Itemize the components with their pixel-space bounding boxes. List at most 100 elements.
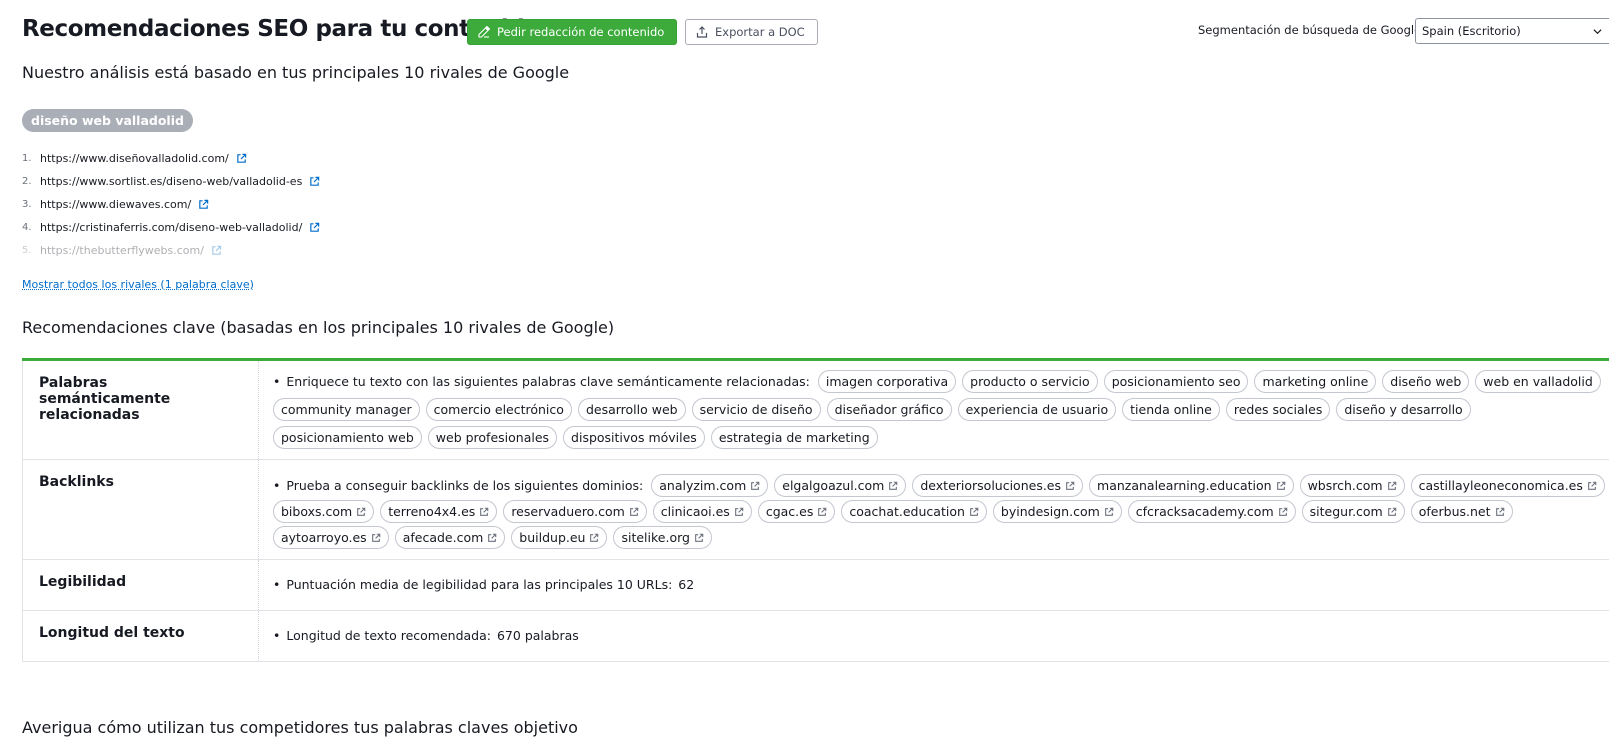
export-doc-button[interactable]: Exportar a DOC xyxy=(685,19,818,45)
semantic-keyword-chip: web profesionales xyxy=(428,426,557,449)
backlink-domain: sitegur.com xyxy=(1310,501,1383,523)
backlink-domain-chip[interactable]: terreno4x4.es xyxy=(380,500,497,523)
external-link-icon[interactable] xyxy=(309,222,320,233)
segmentation-select[interactable]: Spain (Escritorio) xyxy=(1415,18,1609,44)
rival-url[interactable]: https://www.diseñovalladolid.com/ xyxy=(40,152,229,165)
backlink-domain-chip[interactable]: oferbus.net xyxy=(1411,500,1513,523)
external-link-icon[interactable] xyxy=(1065,481,1075,491)
external-link-icon[interactable] xyxy=(236,153,247,164)
external-link-icon[interactable] xyxy=(629,507,639,517)
backlink-domain: clinicaoi.es xyxy=(661,501,730,523)
external-link-icon[interactable] xyxy=(211,245,222,256)
rival-item: 4. https://cristinaferris.com/diseno-web-… xyxy=(22,216,320,239)
semantic-lead: Enriquece tu texto con las siguientes pa… xyxy=(286,371,809,393)
external-link-icon[interactable] xyxy=(589,533,599,543)
recommendations-title: Recomendaciones clave (basadas en los pr… xyxy=(22,318,614,337)
rival-number: 3. xyxy=(22,199,40,210)
backlink-domain-chip[interactable]: aytoarroyo.es xyxy=(273,526,389,549)
external-link-icon[interactable] xyxy=(356,507,366,517)
semantic-keyword-chip: diseño y desarrollo xyxy=(1336,398,1470,421)
external-link-icon[interactable] xyxy=(888,481,898,491)
semantic-keyword-chip: desarrollo web xyxy=(578,398,686,421)
backlink-domain: wbsrch.com xyxy=(1308,475,1383,497)
external-link-icon[interactable] xyxy=(1495,507,1505,517)
show-all-rivals-link[interactable]: Mostrar todos los rivales (1 palabra cla… xyxy=(22,278,254,291)
semantic-keyword-chip: experiencia de usuario xyxy=(958,398,1117,421)
backlink-domain-chip[interactable]: clinicaoi.es xyxy=(653,500,752,523)
readability-value: 62 xyxy=(678,577,694,592)
semantic-keyword-chip: tienda online xyxy=(1122,398,1220,421)
analysis-subtitle: Nuestro análisis está basado en tus prin… xyxy=(22,63,569,82)
external-link-icon[interactable] xyxy=(817,507,827,517)
external-link-icon[interactable] xyxy=(1278,507,1288,517)
export-doc-label: Exportar a DOC xyxy=(715,25,805,39)
semantic-label: Palabras semánticamente relacionadas xyxy=(23,361,259,459)
external-link-icon[interactable] xyxy=(694,533,704,543)
semantic-keyword-chip: servicio de diseño xyxy=(692,398,821,421)
backlink-domain-chip[interactable]: sitegur.com xyxy=(1302,500,1405,523)
backlink-chips: • Prueba a conseguir backlinks de los sig… xyxy=(273,474,1608,549)
backlink-domain-chip[interactable]: wbsrch.com xyxy=(1300,474,1405,497)
recommendations-table: Palabras semánticamente relacionadas • En… xyxy=(22,358,1609,662)
semantic-keyword-chip: estrategia de marketing xyxy=(711,426,878,449)
semantic-keyword-chip: web en valladolid xyxy=(1475,370,1601,393)
backlink-domain-chip[interactable]: cfcracksacademy.com xyxy=(1128,500,1296,523)
backlink-domain: cgac.es xyxy=(766,501,814,523)
backlink-domain: manzanalearning.education xyxy=(1097,475,1272,497)
length-value: 670 palabras xyxy=(497,628,579,643)
backlink-domain-chip[interactable]: sitelike.org xyxy=(613,526,711,549)
rival-url[interactable]: https://www.diewaves.com/ xyxy=(40,198,191,211)
backlinks-lead: Prueba a conseguir backlinks de los sigu… xyxy=(286,475,643,497)
external-link-icon[interactable] xyxy=(487,533,497,543)
backlink-domain-chip[interactable]: reservaduero.com xyxy=(503,500,646,523)
backlink-domain-chip[interactable]: cgac.es xyxy=(758,500,836,523)
backlink-domain-chip[interactable]: castillayleoneconomica.es xyxy=(1411,474,1605,497)
backlink-domain-chip[interactable]: coachat.education xyxy=(841,500,987,523)
rival-url[interactable]: https://thebutterflywebs.com/ xyxy=(40,244,204,257)
backlink-domain: dexteriorsoluciones.es xyxy=(920,475,1061,497)
rival-item: 5. https://thebutterflywebs.com/ xyxy=(22,239,320,262)
backlink-domain: coachat.education xyxy=(849,501,965,523)
backlink-domain-chip[interactable]: biboxs.com xyxy=(273,500,374,523)
readability-row: Legibilidad • Puntuación media de legibil… xyxy=(22,560,1609,611)
backlink-domain-chip[interactable]: dexteriorsoluciones.es xyxy=(912,474,1083,497)
external-link-icon[interactable] xyxy=(198,199,209,210)
backlink-domain-chip[interactable]: buildup.eu xyxy=(511,526,607,549)
semantic-keyword-chip: redes sociales xyxy=(1226,398,1331,421)
external-link-icon[interactable] xyxy=(1104,507,1114,517)
rival-number: 5. xyxy=(22,245,40,256)
external-link-icon[interactable] xyxy=(1387,481,1397,491)
external-link-icon[interactable] xyxy=(750,481,760,491)
external-link-icon[interactable] xyxy=(969,507,979,517)
semantic-keyword-chip: posicionamiento web xyxy=(273,426,422,449)
order-content-label: Pedir redacción de contenido xyxy=(497,25,664,39)
backlink-domain-chip[interactable]: manzanalearning.education xyxy=(1089,474,1294,497)
segmentation-value: Spain (Escritorio) xyxy=(1422,24,1521,38)
rivals-list: 1. https://www.diseñovalladolid.com/2. htt… xyxy=(22,147,320,262)
backlink-domain-chip[interactable]: elgalgoazul.com xyxy=(774,474,906,497)
backlink-domain-chip[interactable]: byindesign.com xyxy=(993,500,1122,523)
backlink-domain-chip[interactable]: afecade.com xyxy=(395,526,506,549)
semantic-keyword-chip: posicionamiento seo xyxy=(1104,370,1249,393)
external-link-icon[interactable] xyxy=(479,507,489,517)
rival-item: 2. https://www.sortlist.es/diseno-web/val… xyxy=(22,170,320,193)
keyword-badge: diseño web valladolid xyxy=(22,109,193,132)
edit-icon xyxy=(478,26,490,38)
backlink-domain: castillayleoneconomica.es xyxy=(1419,475,1583,497)
length-row: Longitud del texto • Longitud de texto re… xyxy=(22,611,1609,662)
rival-url[interactable]: https://cristinaferris.com/diseno-web-va… xyxy=(40,221,302,234)
external-link-icon[interactable] xyxy=(371,533,381,543)
rival-url[interactable]: https://www.sortlist.es/diseno-web/valla… xyxy=(40,175,302,188)
external-link-icon[interactable] xyxy=(1276,481,1286,491)
length-lead: Longitud de texto recomendada: xyxy=(286,628,491,643)
order-content-button[interactable]: Pedir redacción de contenido xyxy=(467,19,677,45)
semantic-keyword-chip: imagen corporativa xyxy=(818,370,956,393)
external-link-icon[interactable] xyxy=(734,507,744,517)
external-link-icon[interactable] xyxy=(309,176,320,187)
competitors-title: Averigua cómo utilizan tus competidores … xyxy=(22,718,578,737)
backlink-domain: biboxs.com xyxy=(281,501,352,523)
backlink-domain-chip[interactable]: analyzim.com xyxy=(651,474,768,497)
external-link-icon[interactable] xyxy=(1587,481,1597,491)
segmentation-label: Segmentación de búsqueda de Google: xyxy=(1198,23,1425,37)
external-link-icon[interactable] xyxy=(1387,507,1397,517)
